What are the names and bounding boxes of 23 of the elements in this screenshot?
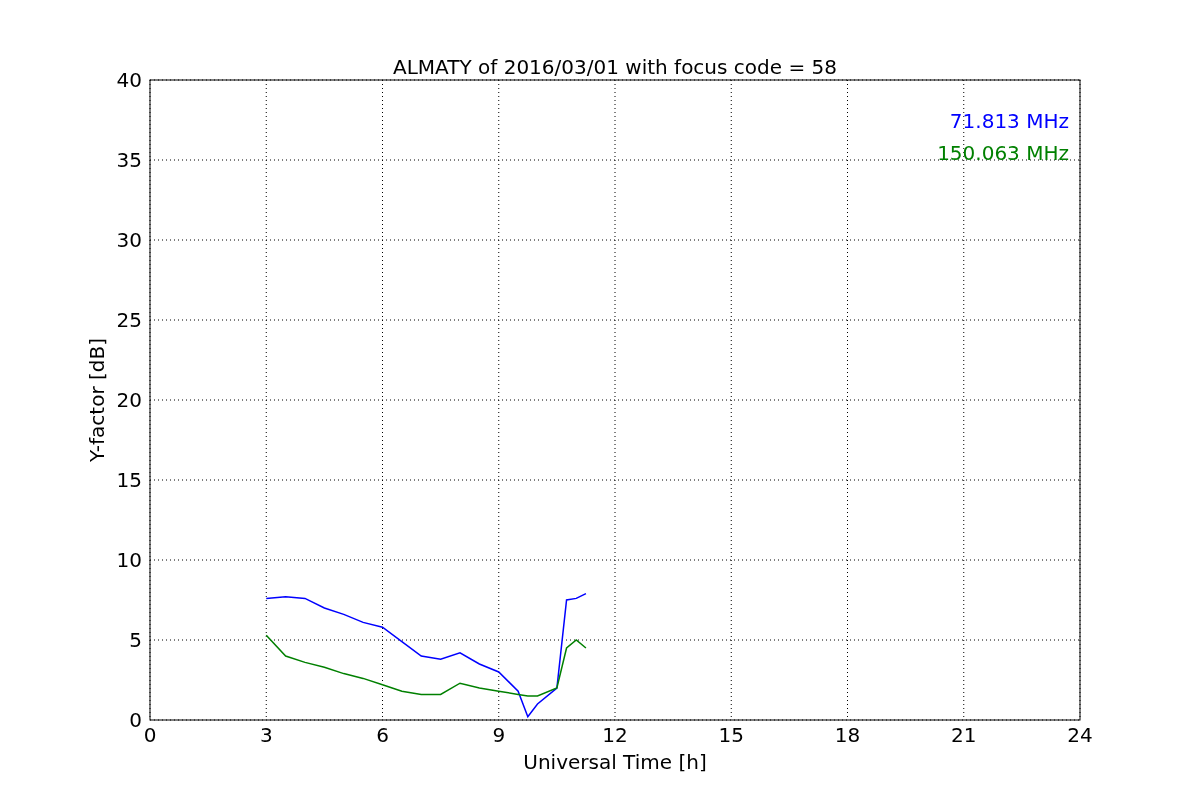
x-tick-label: 12 [602, 723, 628, 747]
y-tick-label: 40 [116, 68, 142, 92]
x-tick-label: 15 [718, 723, 744, 747]
x-tick-label: 6 [376, 723, 389, 747]
y-tick-label: 35 [116, 148, 142, 172]
legend-label: 150.063 MHz [937, 141, 1069, 165]
x-axis-label: Universal Time [h] [523, 750, 707, 774]
y-tick-label: 30 [116, 228, 142, 252]
x-tick-label: 9 [492, 723, 506, 747]
x-tick-label: 18 [834, 723, 861, 747]
chart-title: ALMATY of 2016/03/01 with focus code = 58 [393, 55, 837, 79]
y-tick-label: 10 [116, 548, 142, 572]
y-axis-label: Y-factor [dB] [85, 338, 109, 462]
y-tick-label: 0 [129, 708, 142, 732]
x-tick-label: 21 [951, 723, 977, 747]
legend-label: 71.813 MHz [949, 109, 1069, 133]
y-tick-label: 15 [116, 468, 142, 492]
x-tick-label: 24 [1067, 723, 1093, 747]
x-tick-label: 0 [143, 723, 157, 747]
y-tick-label: 20 [116, 388, 142, 412]
y-tick-label: 5 [129, 628, 142, 652]
x-tick-label: 3 [259, 723, 273, 747]
y-tick-label: 25 [116, 308, 142, 332]
